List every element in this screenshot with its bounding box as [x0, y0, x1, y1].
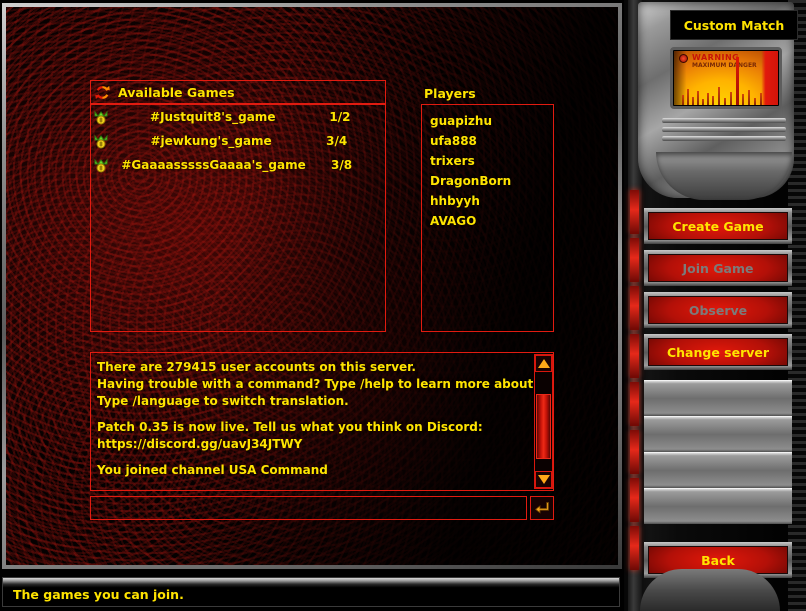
- send-message-button[interactable]: [530, 496, 554, 520]
- game-fill-bar: [361, 111, 382, 123]
- game-fill-bar: [362, 159, 381, 171]
- table-row[interactable]: #GaaaasssssGaaaa's_game 3/8: [91, 153, 385, 177]
- scrollbar-thumb[interactable]: [536, 394, 551, 459]
- list-item[interactable]: AVAGO: [430, 211, 553, 231]
- join-game-button[interactable]: Join Game: [644, 250, 792, 286]
- scroll-up-button[interactable]: [535, 355, 552, 372]
- game-flag-icon: [93, 158, 109, 173]
- empty-slot: [644, 452, 792, 488]
- empty-slot: [644, 488, 792, 524]
- back-label: Back: [701, 552, 735, 568]
- observe-label: Observe: [688, 302, 748, 318]
- waveform-peak: [736, 57, 739, 105]
- sidebar: Custom Match WARNING MAXIMUM DANGER Crea…: [624, 0, 806, 611]
- chat-log: There are 279415 user accounts on this s…: [90, 352, 554, 491]
- chat-line-link[interactable]: https://discord.gg/uavJ34JTWY: [97, 436, 523, 453]
- game-player-count: 3/4: [326, 134, 348, 148]
- available-games-label: Available Games: [118, 84, 235, 100]
- game-fill-bar: [357, 135, 381, 147]
- game-flag-icon: [93, 134, 109, 149]
- game-player-count: 3/8: [331, 158, 353, 172]
- warning-display: WARNING MAXIMUM DANGER: [670, 47, 782, 109]
- housing-base: [640, 569, 780, 611]
- chat-line: You joined channel USA Command: [97, 463, 328, 477]
- players-label: Players: [424, 86, 476, 101]
- list-item[interactable]: DragonBorn: [430, 171, 553, 191]
- housing-chin: [656, 152, 792, 200]
- list-item[interactable]: ufa888: [430, 131, 553, 151]
- empty-slot: [644, 416, 792, 452]
- page-title-text: Custom Match: [683, 17, 785, 33]
- sidebar-header-housing: Custom Match WARNING MAXIMUM DANGER: [638, 2, 798, 200]
- available-games-header: Available Games: [90, 80, 386, 104]
- warning-dot-icon: [679, 54, 688, 63]
- list-item[interactable]: guapizhu: [430, 111, 553, 131]
- game-flag-icon: [93, 110, 109, 125]
- scroll-down-button[interactable]: [535, 471, 552, 488]
- enter-arrow-icon: [534, 501, 549, 514]
- list-item[interactable]: hhbyyh: [430, 191, 553, 211]
- triangle-up-icon: [537, 359, 550, 368]
- observe-button[interactable]: Observe: [644, 292, 792, 328]
- game-name: #Justquit8's_game: [150, 110, 276, 124]
- chat-line: Type /language to switch translation.: [97, 394, 349, 408]
- chat-line: Having trouble with a command? Type /hel…: [97, 377, 552, 391]
- available-games-list[interactable]: #Justquit8's_game 1/2 #jewkung's_game 3/…: [90, 104, 386, 332]
- create-game-label: Create Game: [672, 218, 764, 234]
- page-title: Custom Match: [670, 10, 798, 40]
- chat-line-blank: [97, 453, 523, 462]
- list-item[interactable]: trixers: [430, 151, 553, 171]
- chat-line: Patch 0.35 is now live. Tell us what you…: [97, 420, 483, 434]
- triangle-down-icon: [537, 475, 550, 484]
- game-lobby-screen: Available Games #Justquit8's_game 1/2 #j…: [0, 0, 806, 611]
- empty-slot: [644, 380, 792, 416]
- change-server-label: Change server: [666, 344, 770, 360]
- chat-line-blank: [97, 410, 523, 419]
- warning-sub-label: MAXIMUM DANGER: [692, 62, 757, 69]
- status-bar: The games you can join.: [2, 577, 620, 607]
- main-panel: Available Games #Justquit8's_game 1/2 #j…: [2, 3, 622, 569]
- change-server-button[interactable]: Change server: [644, 334, 792, 370]
- table-row[interactable]: #Justquit8's_game 1/2: [91, 105, 385, 129]
- players-list[interactable]: guapizhu ufa888 trixers DragonBorn hhbyy…: [421, 104, 554, 332]
- join-game-label: Join Game: [682, 260, 754, 276]
- table-row[interactable]: #jewkung's_game 3/4: [91, 129, 385, 153]
- game-name: #GaaaasssssGaaaa's_game: [121, 158, 306, 172]
- vent-grille: [662, 118, 786, 150]
- warning-label: WARNING: [692, 53, 740, 62]
- chat-input[interactable]: [90, 496, 527, 520]
- chat-scrollbar[interactable]: [534, 354, 553, 489]
- game-name: #jewkung's_game: [150, 134, 272, 148]
- status-text: The games you can join.: [13, 587, 184, 602]
- game-player-count: 1/2: [329, 110, 351, 124]
- scrollbar-track[interactable]: [535, 372, 552, 471]
- refresh-icon[interactable]: [93, 83, 112, 102]
- chat-line: There are 279415 user accounts on this s…: [97, 360, 416, 374]
- create-game-button[interactable]: Create Game: [644, 208, 792, 244]
